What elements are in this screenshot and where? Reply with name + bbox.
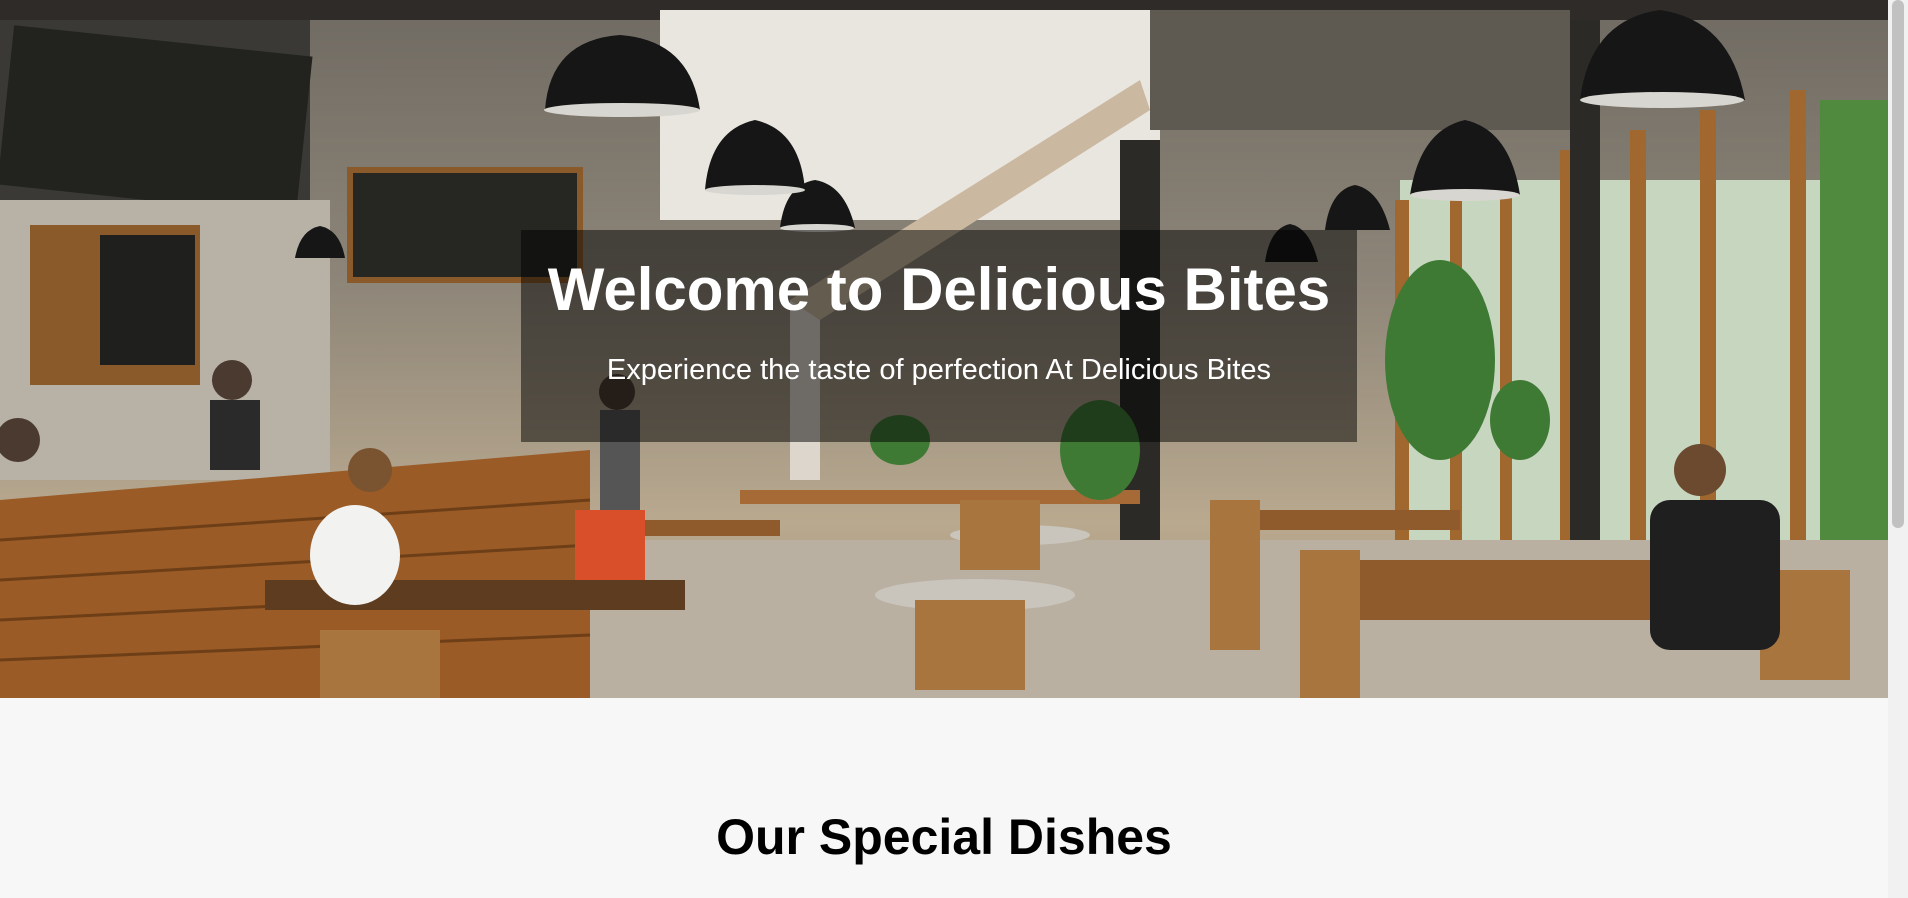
hero-section: Welcome to Delicious Bites Experience th…	[0, 0, 1888, 698]
hero-title: Welcome to Delicious Bites	[547, 256, 1331, 323]
page-scrollbar[interactable]	[1888, 0, 1908, 898]
scrollbar-thumb[interactable]	[1892, 0, 1904, 528]
special-dishes-heading: Our Special Dishes	[716, 809, 1172, 865]
hero-subtitle: Experience the taste of perfection At De…	[606, 354, 1272, 386]
page: Welcome to Delicious Bites Experience th…	[0, 0, 1888, 898]
